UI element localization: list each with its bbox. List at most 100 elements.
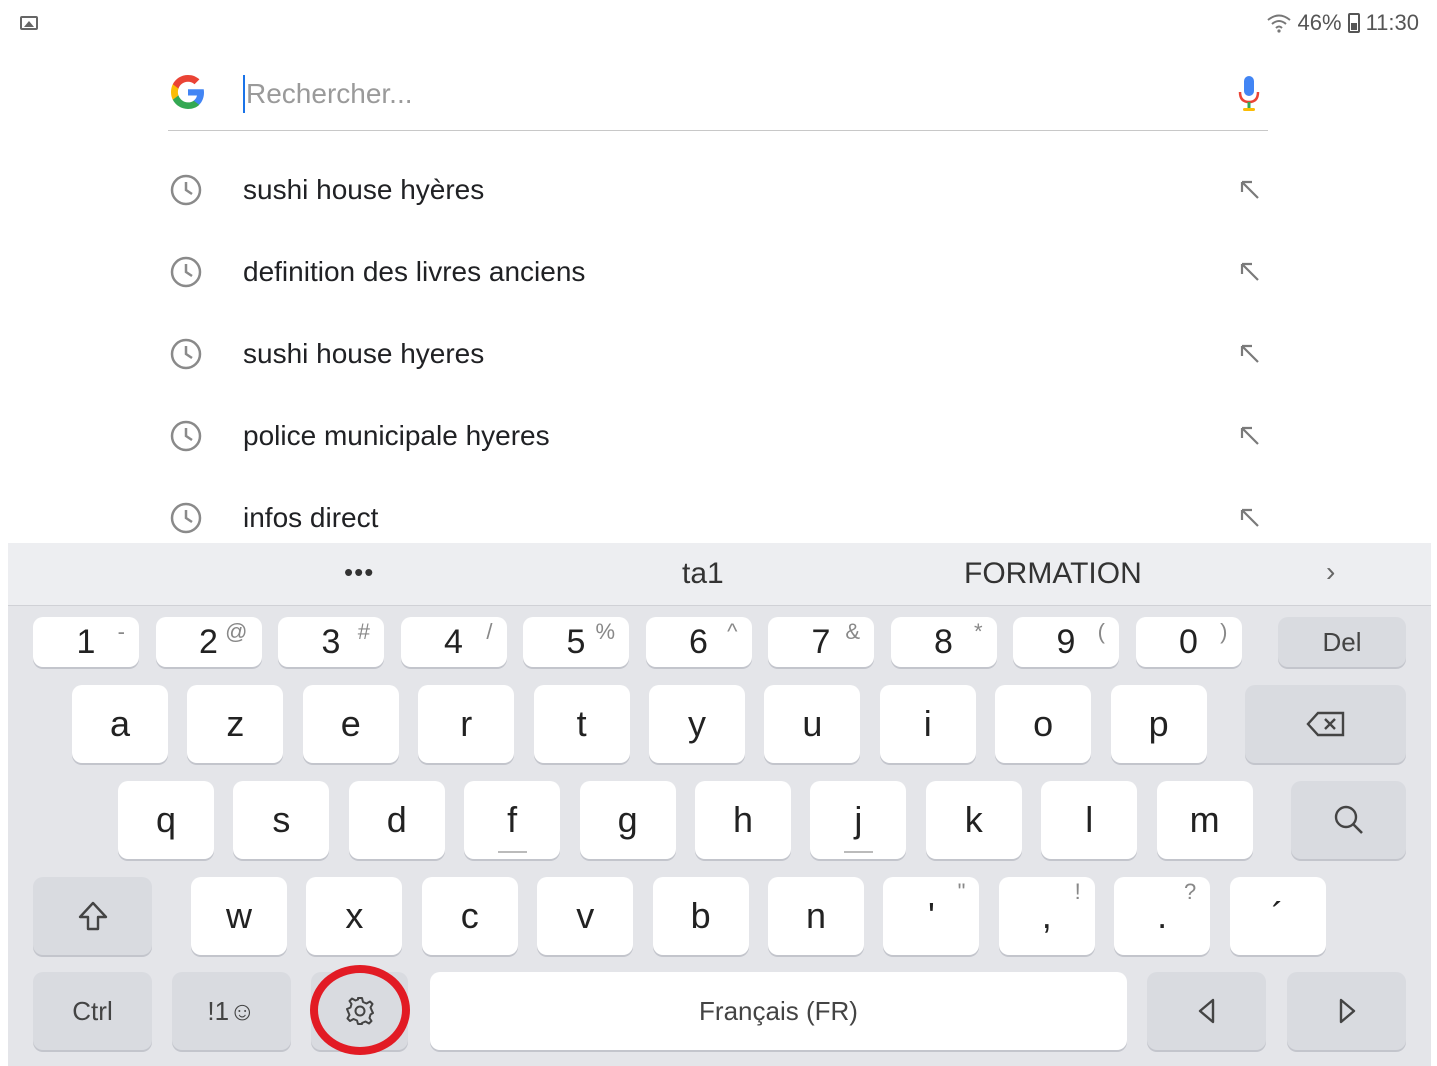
key-label: y: [688, 703, 706, 744]
letter-key[interactable]: a: [72, 685, 168, 763]
settings-key[interactable]: [311, 972, 408, 1050]
letter-key[interactable]: t: [533, 685, 630, 763]
letter-key[interactable]: r: [418, 685, 515, 763]
number-key[interactable]: 9(: [1013, 617, 1119, 667]
battery-percent: 46%: [1297, 10, 1342, 35]
prediction-word[interactable]: ta1: [682, 557, 724, 591]
suggestion-item[interactable]: definition des livres anciens: [168, 232, 1268, 314]
space-bar[interactable]: Français (FR): [430, 972, 1127, 1050]
number-key[interactable]: 1-: [33, 617, 139, 667]
letter-key[interactable]: m: [1156, 781, 1253, 859]
prediction-word[interactable]: FORMATION: [964, 557, 1142, 591]
letter-key[interactable]: h: [695, 781, 791, 859]
letter-key[interactable]: y: [649, 685, 745, 763]
text-cursor: [243, 75, 245, 113]
suggestion-text: sushi house hyères: [243, 174, 485, 205]
letter-key[interactable]: z: [187, 685, 284, 763]
expand-chevron-icon[interactable]: ›: [1326, 556, 1335, 588]
history-clock-icon: [170, 338, 202, 370]
keyboard: ••• ta1 FORMATION › 1- 2 @ 3 # 4/5% 6 ^ 7 & 8 * 9( 0)…: [8, 543, 1431, 1066]
letter-key[interactable]: u: [764, 685, 861, 763]
arrow-up-left-icon[interactable]: [1238, 178, 1262, 202]
key-secondary-label: !: [1074, 879, 1081, 904]
key-label: h: [732, 799, 754, 840]
key-label: d: [386, 799, 407, 840]
number-key[interactable]: 2 @: [155, 617, 262, 667]
suggestion-item[interactable]: sushi house hyères: [168, 150, 1268, 232]
number-key[interactable]: 0): [1135, 617, 1242, 667]
number-key[interactable]: 4/: [400, 617, 507, 667]
arrow-up-left-icon[interactable]: [1238, 506, 1262, 530]
key-label: u: [802, 703, 823, 744]
letter-key[interactable]: k: [925, 781, 1022, 859]
history-clock-icon: [170, 502, 202, 534]
delete-key-label: Del: [1322, 626, 1362, 657]
key-label: n: [805, 895, 827, 936]
microphone-icon[interactable]: [1236, 74, 1262, 114]
delete-key[interactable]: Del: [1278, 617, 1406, 667]
history-clock-icon: [170, 174, 202, 206]
key-label: p: [1148, 703, 1169, 744]
letter-key[interactable]: i: [879, 685, 976, 763]
home-key-marker: [843, 851, 873, 853]
cursor-right-key[interactable]: [1287, 972, 1406, 1050]
number-key[interactable]: 6 ^: [645, 617, 752, 667]
search-input[interactable]: [246, 72, 1146, 116]
arrow-up-left-icon[interactable]: [1238, 342, 1262, 366]
letter-key[interactable]: d: [348, 781, 445, 859]
key-label: x: [345, 895, 364, 936]
key-label: o: [1033, 703, 1054, 744]
arrow-up-left-icon[interactable]: [1238, 260, 1262, 284]
letter-key[interactable]: j: [810, 781, 907, 859]
letter-key[interactable]: l: [1041, 781, 1138, 859]
symbols-key[interactable]: !1☺: [172, 972, 291, 1050]
letter-key[interactable]: c: [421, 877, 518, 955]
letter-key[interactable]: g: [579, 781, 676, 859]
letter-key[interactable]: o: [995, 685, 1092, 763]
letter-key[interactable]: b: [652, 877, 749, 955]
number-key[interactable]: 7 &: [768, 617, 874, 667]
key-label: l: [1085, 799, 1094, 840]
letter-key[interactable]: ' ": [883, 877, 980, 955]
number-key[interactable]: 3 #: [278, 617, 384, 667]
key-label: j: [854, 799, 863, 840]
letter-key[interactable]: ´: [1229, 877, 1326, 955]
letter-key[interactable]: s: [233, 781, 330, 859]
letter-key[interactable]: w: [191, 877, 287, 955]
key-secondary-label: /: [486, 619, 493, 644]
number-key[interactable]: 8 *: [890, 617, 997, 667]
key-label: 7: [811, 622, 831, 661]
suggestion-item[interactable]: police municipale hyeres: [168, 396, 1268, 478]
backspace-key[interactable]: [1245, 685, 1406, 763]
letter-key[interactable]: p: [1110, 685, 1207, 763]
letter-key[interactable]: q: [118, 781, 214, 859]
key-label: f: [507, 799, 518, 840]
letter-key[interactable]: .?: [1114, 877, 1211, 955]
key-secondary-label: ?: [1183, 879, 1197, 904]
letter-key[interactable]: v: [537, 877, 634, 955]
arrow-up-left-icon[interactable]: [1238, 424, 1262, 448]
letter-key[interactable]: e: [302, 685, 399, 763]
status-bar: 46% 11:30: [0, 0, 1437, 50]
key-label: s: [272, 799, 291, 840]
left-arrow-icon: [1198, 998, 1214, 1024]
key-label: 5: [566, 622, 586, 661]
ctrl-key[interactable]: Ctrl: [33, 972, 152, 1050]
shift-key[interactable]: [33, 877, 152, 955]
key-secondary-label: %: [595, 619, 615, 644]
cursor-left-key[interactable]: [1147, 972, 1266, 1050]
key-label: a: [109, 703, 131, 744]
letter-key[interactable]: n: [768, 877, 864, 955]
key-label: q: [155, 799, 177, 840]
space-bar-label: Français (FR): [699, 995, 858, 1026]
wifi-icon: [1266, 14, 1291, 33]
key-secondary-label: #: [357, 619, 370, 644]
more-options-button[interactable]: •••: [344, 557, 374, 588]
letter-key[interactable]: ,!: [998, 877, 1095, 955]
key-label: k: [964, 799, 983, 840]
suggestion-item[interactable]: sushi house hyeres: [168, 314, 1268, 396]
letter-key[interactable]: x: [306, 877, 403, 955]
search-key[interactable]: [1291, 781, 1406, 859]
number-key[interactable]: 5%: [523, 617, 629, 667]
letter-key[interactable]: f: [464, 781, 561, 859]
